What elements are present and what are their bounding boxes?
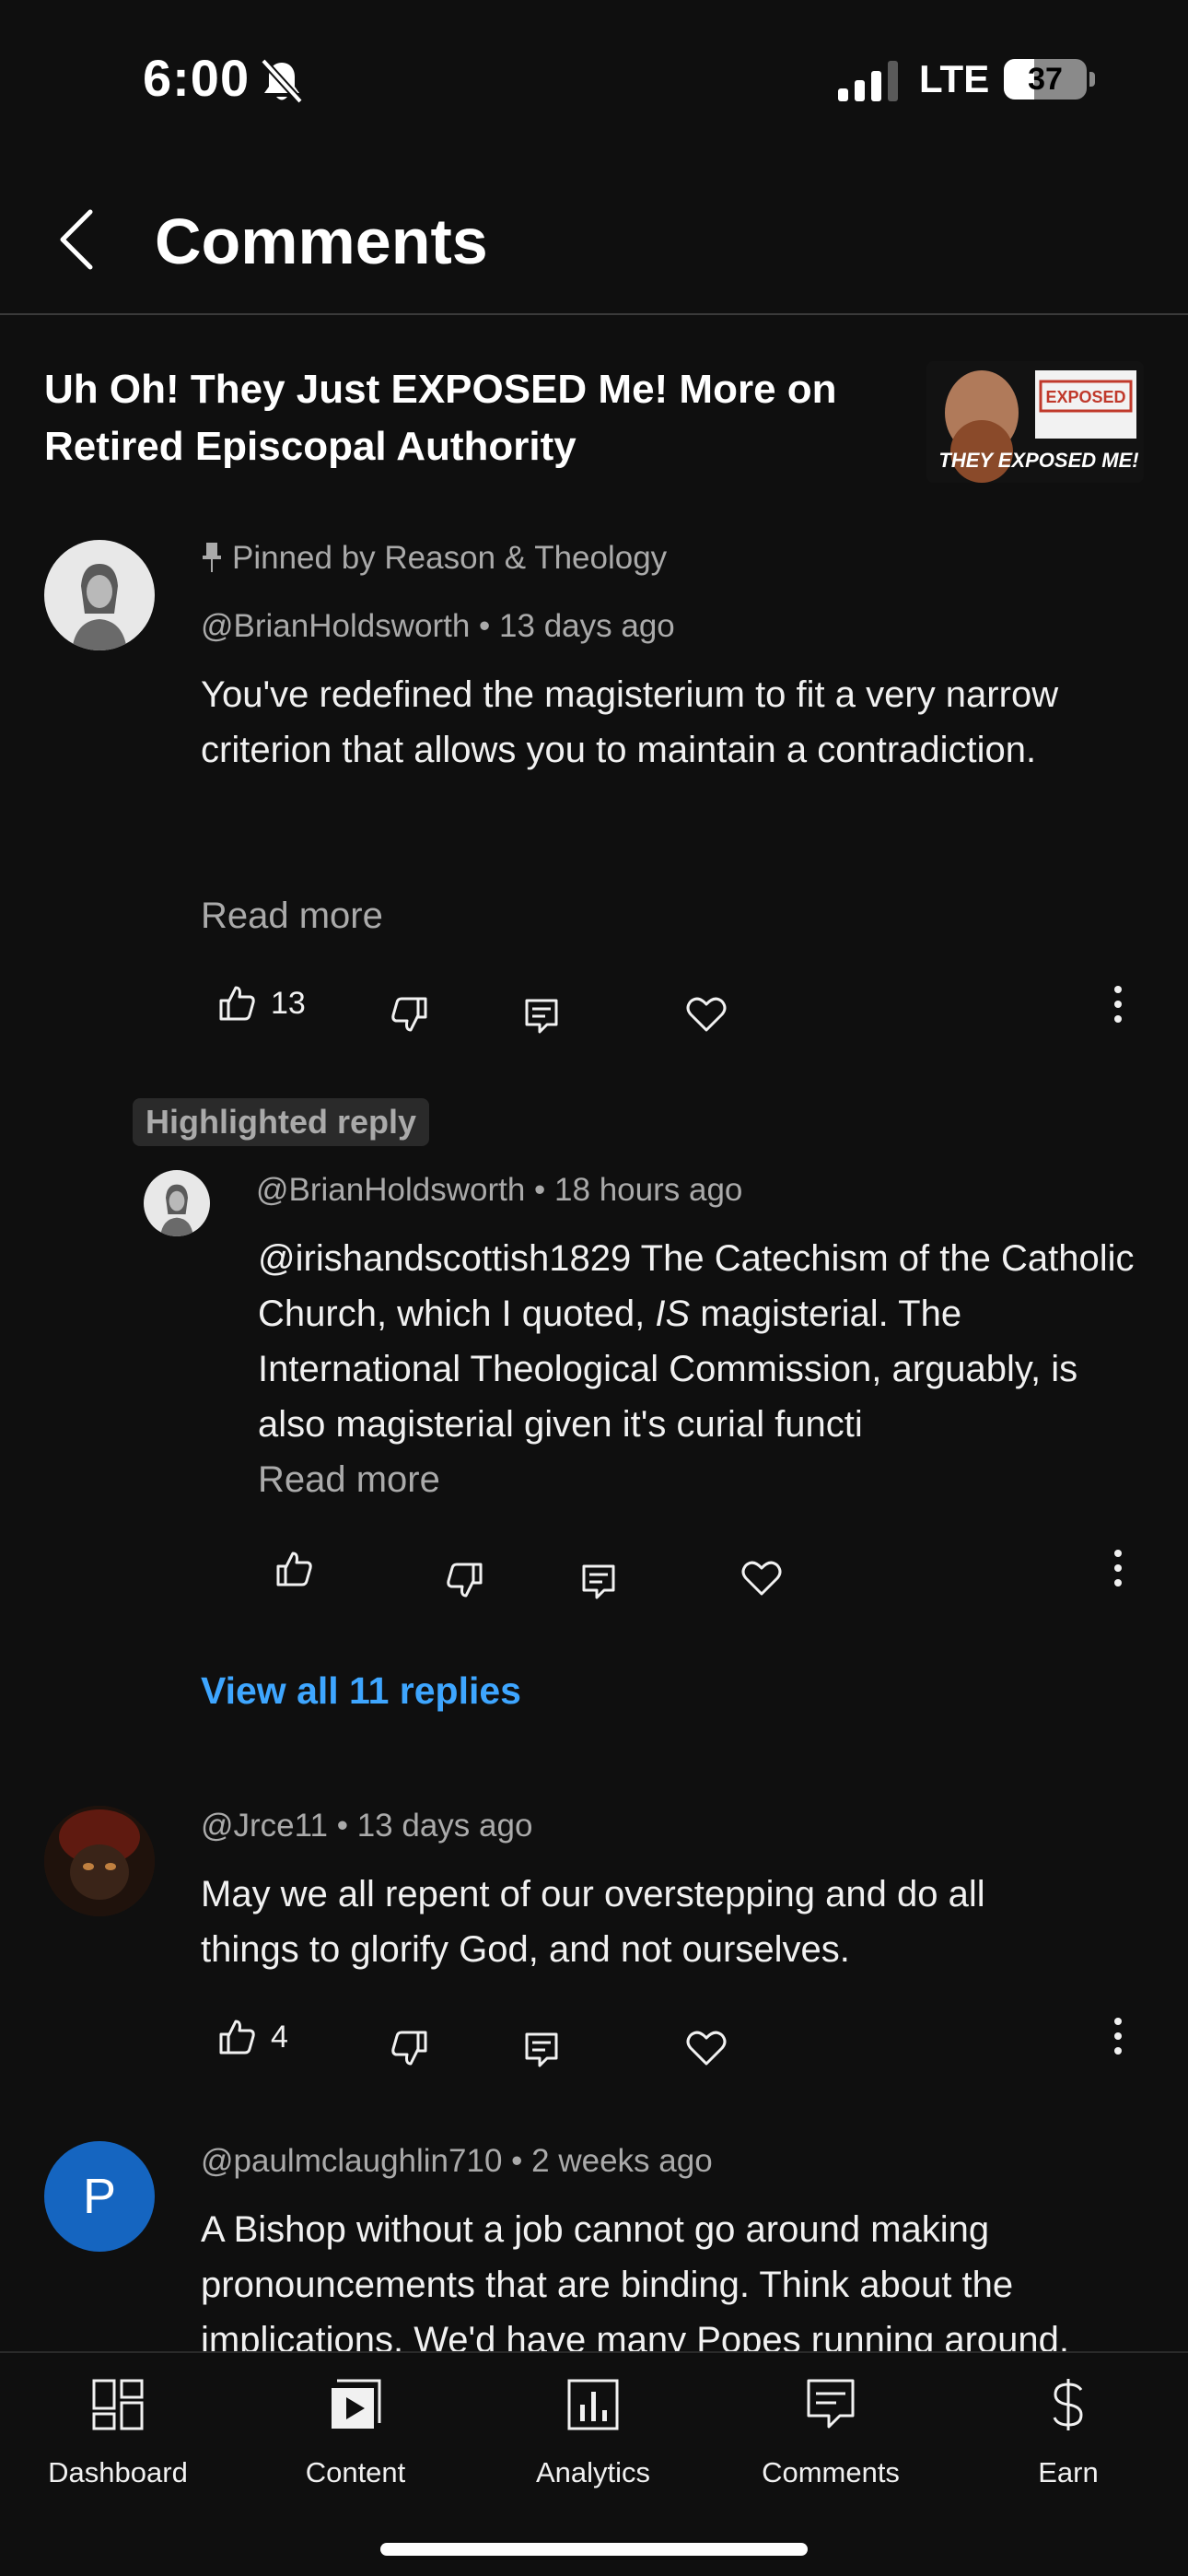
video-thumbnail[interactable]: EXPOSED THEY EXPOSED ME! bbox=[926, 361, 1144, 483]
reply-like-button[interactable] bbox=[274, 1550, 313, 1593]
reply-reply-button[interactable] bbox=[580, 1563, 617, 1606]
comment-time: 2 weeks ago bbox=[531, 2143, 713, 2179]
reply-mention[interactable]: @irishandscottish1829 bbox=[258, 1238, 631, 1279]
comment-meta: @paulmclaughlin710 • 2 weeks ago bbox=[201, 2143, 713, 2180]
nav-item-comments[interactable]: Comments bbox=[729, 2370, 932, 2508]
more-vert-icon bbox=[1114, 2018, 1122, 2055]
comment-author[interactable]: @BrianHoldsworth bbox=[201, 608, 470, 644]
video-title[interactable]: Uh Oh! They Just EXPOSED Me! More on Ret… bbox=[44, 361, 919, 475]
meta-separator: • bbox=[534, 1172, 546, 1208]
pinned-text: Pinned by Reason & Theology bbox=[232, 540, 668, 576]
network-type: LTE bbox=[919, 57, 990, 100]
highlighted-reply-chip: Highlighted reply bbox=[133, 1098, 430, 1146]
thumbs-up-icon bbox=[219, 986, 255, 1021]
nav-label: Earn bbox=[1038, 2456, 1099, 2488]
nav-item-dashboard[interactable]: Dashboard bbox=[17, 2370, 219, 2508]
nav-item-analytics[interactable]: Analytics bbox=[492, 2370, 694, 2508]
dislike-button[interactable] bbox=[390, 2029, 429, 2072]
like-button[interactable] bbox=[217, 984, 256, 1027]
reply-author[interactable]: @BrianHoldsworth bbox=[256, 1172, 525, 1208]
battery-tip bbox=[1089, 72, 1095, 87]
comment-text: May we all repent of our overstepping an… bbox=[201, 1874, 985, 1970]
reply-more-options-button[interactable] bbox=[1109, 1548, 1127, 1593]
comment-author[interactable]: @Jrce11 bbox=[201, 1808, 328, 1844]
heart-button[interactable] bbox=[685, 2029, 728, 2072]
thumbs-up-icon bbox=[276, 1551, 312, 1587]
signal-icon bbox=[838, 61, 898, 101]
reply-meta: @BrianHoldsworth • 18 hours ago bbox=[256, 1172, 742, 1209]
heart-icon bbox=[741, 1561, 782, 1596]
nav-label: Content bbox=[305, 2456, 406, 2488]
heart-button[interactable] bbox=[685, 995, 728, 1038]
thumbnail-image: EXPOSED THEY EXPOSED ME! bbox=[926, 361, 1144, 483]
more-vert-icon bbox=[1114, 1550, 1122, 1587]
app-bar: Comments bbox=[0, 157, 1188, 315]
dislike-button[interactable] bbox=[390, 995, 429, 1038]
reply-dislike-button[interactable] bbox=[446, 1561, 484, 1604]
reply-icon bbox=[525, 2032, 558, 2067]
heart-icon bbox=[686, 2031, 727, 2066]
dollar-icon bbox=[1053, 2379, 1083, 2430]
comment-text: You've redefined the magisterium to fit … bbox=[201, 674, 1059, 770]
pinned-label: Pinned by Reason & Theology bbox=[201, 540, 667, 577]
read-more-link[interactable]: Read more bbox=[201, 896, 383, 937]
nav-item-earn[interactable]: Earn bbox=[967, 2370, 1170, 2508]
like-button[interactable] bbox=[217, 2018, 256, 2061]
reply-text: @irishandscottish1829 The Catechism of t… bbox=[258, 1231, 1149, 1452]
nav-item-content[interactable]: Content bbox=[254, 2370, 457, 2508]
thumbs-down-icon bbox=[391, 997, 427, 1032]
pin-icon bbox=[203, 543, 221, 572]
battery-level: 37 bbox=[1028, 62, 1063, 97]
reply-icon bbox=[525, 999, 558, 1034]
dashboard-icon bbox=[92, 2379, 144, 2430]
reply-avatar[interactable] bbox=[144, 1170, 210, 1236]
comment-text: A Bishop without a job cannot go around … bbox=[201, 2209, 1069, 2351]
status-time: 6:00 bbox=[143, 49, 250, 107]
comment-meta: @BrianHoldsworth • 13 days ago bbox=[201, 608, 675, 645]
back-arrow-icon[interactable] bbox=[46, 203, 111, 276]
more-options-button[interactable] bbox=[1109, 984, 1127, 1029]
comment-author[interactable]: @paulmclaughlin710 bbox=[201, 2143, 502, 2179]
heart-icon bbox=[686, 997, 727, 1032]
thumbs-up-icon bbox=[219, 2020, 255, 2055]
meta-separator: • bbox=[336, 1808, 348, 1844]
thumbnail-stamp: EXPOSED bbox=[1045, 388, 1125, 406]
page-title: Comments bbox=[155, 205, 488, 277]
nav-label: Dashboard bbox=[48, 2456, 188, 2488]
thumbnail-caption: THEY EXPOSED ME! bbox=[938, 449, 1138, 472]
comment-meta: @Jrce11 • 13 days ago bbox=[201, 1808, 532, 1844]
more-vert-icon bbox=[1114, 986, 1122, 1023]
nav-label: Comments bbox=[762, 2456, 900, 2488]
avatar[interactable] bbox=[44, 540, 155, 650]
comment-time: 13 days ago bbox=[499, 608, 675, 644]
reply-button[interactable] bbox=[523, 997, 560, 1040]
more-options-button[interactable] bbox=[1109, 2016, 1127, 2061]
thumbs-down-icon bbox=[447, 1563, 483, 1598]
bell-muted-icon bbox=[261, 58, 303, 104]
reply-read-more-link[interactable]: Read more bbox=[258, 1459, 440, 1501]
comments-feed: Uh Oh! They Just EXPOSED Me! More on Ret… bbox=[0, 317, 1188, 2351]
reply-button[interactable] bbox=[523, 2031, 560, 2074]
status-bar: 6:00 LTE 37 bbox=[0, 0, 1188, 157]
avatar[interactable]: P bbox=[44, 2141, 155, 2252]
view-all-replies-link[interactable]: View all 11 replies bbox=[201, 1669, 521, 1713]
thumbs-down-icon bbox=[391, 2031, 427, 2066]
content-icon bbox=[332, 2379, 381, 2429]
like-count: 13 bbox=[271, 986, 306, 1021]
analytics-icon bbox=[567, 2379, 619, 2430]
avatar[interactable] bbox=[44, 1806, 155, 1916]
reply-time: 18 hours ago bbox=[554, 1172, 743, 1208]
meta-separator: • bbox=[511, 2143, 523, 2179]
reply-text-emphasis: IS bbox=[655, 1294, 691, 1334]
home-indicator bbox=[380, 2543, 808, 2556]
meta-separator: • bbox=[479, 608, 491, 644]
comments-icon bbox=[807, 2379, 855, 2429]
comment-time: 13 days ago bbox=[356, 1808, 533, 1844]
reply-heart-button[interactable] bbox=[740, 1559, 783, 1602]
like-count: 4 bbox=[271, 2020, 288, 2055]
battery-icon: 37 bbox=[1004, 59, 1087, 100]
reply-icon bbox=[582, 1564, 615, 1599]
nav-label: Analytics bbox=[535, 2456, 651, 2488]
